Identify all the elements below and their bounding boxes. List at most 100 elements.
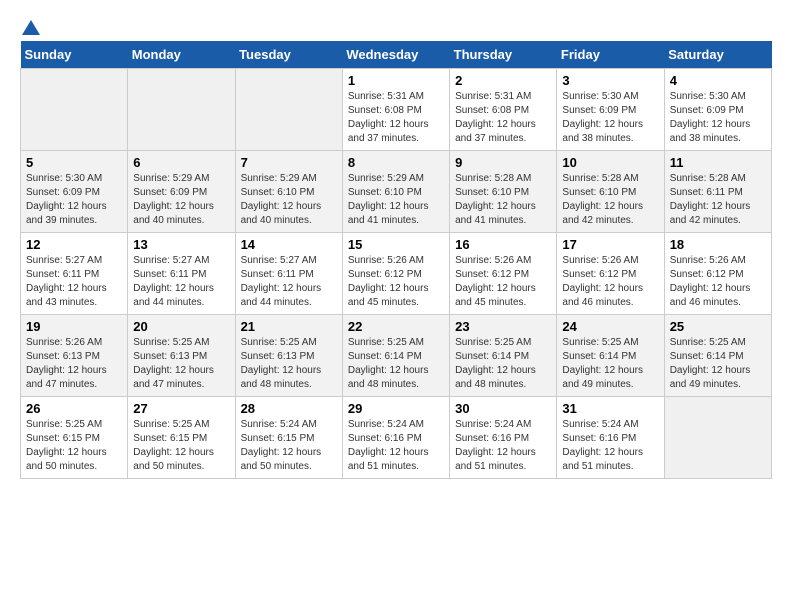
calendar-day-cell: 18Sunrise: 5:26 AM Sunset: 6:12 PM Dayli… [664,233,771,315]
calendar-day-cell: 28Sunrise: 5:24 AM Sunset: 6:15 PM Dayli… [235,397,342,479]
calendar-day-cell [128,69,235,151]
calendar-body: 1 Sunrise: 5:31 AM Sunset: 6:08 PM Daylig… [21,69,772,479]
weekday-header-cell: Friday [557,41,664,69]
day-number: 17 [562,237,658,252]
calendar-day-cell: 6 Sunrise: 5:29 AM Sunset: 6:09 PM Daylig… [128,151,235,233]
calendar-day-cell: 14 Sunrise: 5:27 AM Sunset: 6:11 PM Dayli… [235,233,342,315]
calendar-day-cell: 8 Sunrise: 5:29 AM Sunset: 6:10 PM Daylig… [342,151,449,233]
day-info: Sunrise: 5:26 AM Sunset: 6:13 PM Dayligh… [26,336,122,392]
weekday-header-cell: Sunday [21,41,128,69]
calendar-day-cell: 12Sunrise: 5:27 AM Sunset: 6:11 PM Dayli… [21,233,128,315]
calendar-week-row: 26 Sunrise: 5:25 AM Sunset: 6:15 PM Dayli… [21,397,772,479]
day-number: 25 [670,319,766,334]
day-number: 11 [670,155,766,170]
calendar-day-cell: 11 Sunrise: 5:28 AM Sunset: 6:11 PM Dayli… [664,151,771,233]
day-info: Sunrise: 5:27 AM Sunset: 6:11 PM Dayligh… [241,254,337,310]
day-number: 9 [455,155,551,170]
day-number: 19 [26,319,122,334]
day-info: Sunrise: 5:31 AM Sunset: 6:08 PM Dayligh… [455,90,551,146]
day-number: 3 [562,73,658,88]
calendar-day-cell: 4 Sunrise: 5:30 AM Sunset: 6:09 PM Daylig… [664,69,771,151]
calendar-week-row: 1 Sunrise: 5:31 AM Sunset: 6:08 PM Daylig… [21,69,772,151]
day-number: 6 [133,155,229,170]
calendar-week-row: 5 Sunrise: 5:30 AM Sunset: 6:09 PM Daylig… [21,151,772,233]
calendar-day-cell: 26 Sunrise: 5:25 AM Sunset: 6:15 PM Dayli… [21,397,128,479]
day-info: Sunrise: 5:25 AM Sunset: 6:15 PM Dayligh… [133,418,229,474]
day-number: 14 [241,237,337,252]
page-header [20,20,772,31]
day-info: Sunrise: 5:25 AM Sunset: 6:14 PM Dayligh… [348,336,444,392]
calendar-day-cell: 5 Sunrise: 5:30 AM Sunset: 6:09 PM Daylig… [21,151,128,233]
day-info: Sunrise: 5:27 AM Sunset: 6:11 PM Dayligh… [26,254,122,310]
day-info: Sunrise: 5:24 AM Sunset: 6:16 PM Dayligh… [348,418,444,474]
day-info: Sunrise: 5:28 AM Sunset: 6:10 PM Dayligh… [455,172,551,228]
day-number: 28 [241,401,337,416]
day-info: Sunrise: 5:30 AM Sunset: 6:09 PM Dayligh… [670,90,766,146]
calendar-day-cell: 19 Sunrise: 5:26 AM Sunset: 6:13 PM Dayli… [21,315,128,397]
calendar-day-cell: 3Sunrise: 5:30 AM Sunset: 6:09 PM Daylig… [557,69,664,151]
day-number: 4 [670,73,766,88]
calendar-day-cell: 9 Sunrise: 5:28 AM Sunset: 6:10 PM Daylig… [450,151,557,233]
day-number: 29 [348,401,444,416]
calendar-day-cell [235,69,342,151]
calendar-day-cell: 20Sunrise: 5:25 AM Sunset: 6:13 PM Dayli… [128,315,235,397]
day-number: 20 [133,319,229,334]
logo [20,20,42,31]
calendar-table: SundayMondayTuesdayWednesdayThursdayFrid… [20,41,772,479]
day-info: Sunrise: 5:30 AM Sunset: 6:09 PM Dayligh… [26,172,122,228]
calendar-day-cell: 13 Sunrise: 5:27 AM Sunset: 6:11 PM Dayli… [128,233,235,315]
day-number: 26 [26,401,122,416]
calendar-day-cell: 2 Sunrise: 5:31 AM Sunset: 6:08 PM Daylig… [450,69,557,151]
day-number: 15 [348,237,444,252]
calendar-day-cell [664,397,771,479]
day-info: Sunrise: 5:29 AM Sunset: 6:09 PM Dayligh… [133,172,229,228]
day-number: 24 [562,319,658,334]
calendar-day-cell: 10Sunrise: 5:28 AM Sunset: 6:10 PM Dayli… [557,151,664,233]
calendar-day-cell: 27 Sunrise: 5:25 AM Sunset: 6:15 PM Dayli… [128,397,235,479]
calendar-day-cell: 21 Sunrise: 5:25 AM Sunset: 6:13 PM Dayli… [235,315,342,397]
weekday-header-cell: Monday [128,41,235,69]
calendar-day-cell: 31Sunrise: 5:24 AM Sunset: 6:16 PM Dayli… [557,397,664,479]
calendar-week-row: 19 Sunrise: 5:26 AM Sunset: 6:13 PM Dayli… [21,315,772,397]
calendar-day-cell: 25 Sunrise: 5:25 AM Sunset: 6:14 PM Dayli… [664,315,771,397]
day-info: Sunrise: 5:27 AM Sunset: 6:11 PM Dayligh… [133,254,229,310]
weekday-header-cell: Wednesday [342,41,449,69]
day-number: 21 [241,319,337,334]
day-info: Sunrise: 5:26 AM Sunset: 6:12 PM Dayligh… [348,254,444,310]
day-number: 10 [562,155,658,170]
day-number: 27 [133,401,229,416]
calendar-day-cell: 17 Sunrise: 5:26 AM Sunset: 6:12 PM Dayli… [557,233,664,315]
day-info: Sunrise: 5:25 AM Sunset: 6:13 PM Dayligh… [241,336,337,392]
day-info: Sunrise: 5:24 AM Sunset: 6:16 PM Dayligh… [455,418,551,474]
day-number: 5 [26,155,122,170]
day-info: Sunrise: 5:25 AM Sunset: 6:14 PM Dayligh… [455,336,551,392]
day-number: 23 [455,319,551,334]
calendar-day-cell: 7 Sunrise: 5:29 AM Sunset: 6:10 PM Daylig… [235,151,342,233]
calendar-day-cell: 29 Sunrise: 5:24 AM Sunset: 6:16 PM Dayli… [342,397,449,479]
day-info: Sunrise: 5:29 AM Sunset: 6:10 PM Dayligh… [241,172,337,228]
calendar-day-cell: 15 Sunrise: 5:26 AM Sunset: 6:12 PM Dayli… [342,233,449,315]
logo-triangle-icon [22,20,40,35]
day-info: Sunrise: 5:25 AM Sunset: 6:14 PM Dayligh… [670,336,766,392]
day-info: Sunrise: 5:29 AM Sunset: 6:10 PM Dayligh… [348,172,444,228]
day-info: Sunrise: 5:25 AM Sunset: 6:15 PM Dayligh… [26,418,122,474]
calendar-day-cell: 30 Sunrise: 5:24 AM Sunset: 6:16 PM Dayli… [450,397,557,479]
day-info: Sunrise: 5:25 AM Sunset: 6:14 PM Dayligh… [562,336,658,392]
day-number: 30 [455,401,551,416]
day-number: 1 [348,73,444,88]
calendar-day-cell: 1 Sunrise: 5:31 AM Sunset: 6:08 PM Daylig… [342,69,449,151]
day-number: 2 [455,73,551,88]
day-info: Sunrise: 5:26 AM Sunset: 6:12 PM Dayligh… [562,254,658,310]
day-number: 8 [348,155,444,170]
calendar-day-cell: 16 Sunrise: 5:26 AM Sunset: 6:12 PM Dayli… [450,233,557,315]
day-number: 16 [455,237,551,252]
calendar-day-cell: 22Sunrise: 5:25 AM Sunset: 6:14 PM Dayli… [342,315,449,397]
calendar-day-cell [21,69,128,151]
weekday-header-cell: Saturday [664,41,771,69]
day-info: Sunrise: 5:28 AM Sunset: 6:11 PM Dayligh… [670,172,766,228]
day-info: Sunrise: 5:31 AM Sunset: 6:08 PM Dayligh… [348,90,444,146]
day-number: 13 [133,237,229,252]
day-info: Sunrise: 5:26 AM Sunset: 6:12 PM Dayligh… [455,254,551,310]
day-number: 7 [241,155,337,170]
weekday-header-row: SundayMondayTuesdayWednesdayThursdayFrid… [21,41,772,69]
